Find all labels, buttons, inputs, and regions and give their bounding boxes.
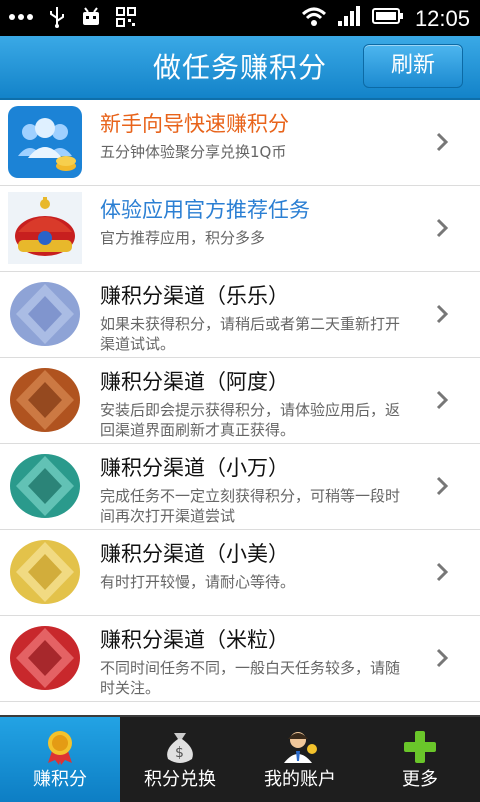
item-title: 赚积分渠道（乐乐） xyxy=(100,284,289,308)
tab-points-exchange[interactable]: $ 积分兑换 xyxy=(120,717,240,802)
svg-text:$: $ xyxy=(175,745,184,761)
tab-label: 积分兑换 xyxy=(144,769,216,790)
gem-red-icon xyxy=(8,622,82,694)
item-description: 完成任务不一定立刻获得积分，可稍等一段时间再次打开渠道尝试 xyxy=(100,487,401,525)
bottom-tab-bar: 赚积分 $ 积分兑换 我的账户 更多 xyxy=(0,715,480,802)
item-description: 五分钟体验聚分享兑换1Q币 xyxy=(100,143,287,161)
qr-code-icon xyxy=(116,7,136,32)
item-title: 赚积分渠道（小美） xyxy=(100,542,289,566)
list-item[interactable]: 赚积分渠道（米粒） 不同时间任务不同，一般白天任务较多，请随时关注。 xyxy=(0,616,480,702)
list-item[interactable]: 赚积分渠道（阿度） 安装后即会提示获得积分，请体验应用后，返回渠道界面刷新才真正… xyxy=(0,358,480,444)
tab-label: 赚积分 xyxy=(33,769,87,790)
users-coins-icon xyxy=(8,106,82,178)
item-description: 如果未获得积分，请稍后或者第二天重新打开渠道试试。 xyxy=(100,315,401,353)
chevron-right-icon xyxy=(434,216,452,240)
item-description: 安装后即会提示获得积分，请体验应用后，返回渠道界面刷新才真正获得。 xyxy=(100,401,401,439)
plus-icon xyxy=(402,729,438,765)
tab-my-account[interactable]: 我的账户 xyxy=(240,717,360,802)
list-item[interactable]: 赚积分渠道（小万） 完成任务不一定立刻获得积分，可稍等一段时间再次打开渠道尝试 xyxy=(0,444,480,530)
chevron-right-icon xyxy=(434,130,452,154)
chevron-right-icon xyxy=(434,560,452,584)
signal-icon xyxy=(337,5,361,32)
chevron-right-icon xyxy=(434,388,452,412)
account-icon xyxy=(282,729,318,765)
list-item[interactable]: 赚积分渠道（乐乐） 如果未获得积分，请稍后或者第二天重新打开渠道试试。 xyxy=(0,272,480,358)
battery-icon xyxy=(371,6,405,31)
list-item[interactable]: 体验应用官方推荐任务 官方推荐应用，积分多多 xyxy=(0,186,480,272)
clock: 12:05 xyxy=(414,5,470,31)
chevron-right-icon xyxy=(434,474,452,498)
refresh-button[interactable]: 刷新 xyxy=(363,44,463,88)
crown-icon xyxy=(8,192,82,264)
item-title: 新手向导快速赚积分 xyxy=(100,112,289,136)
list-item[interactable]: 赚积分渠道（小美） 有时打开较慢，请耐心等待。 xyxy=(0,530,480,616)
item-description: 官方推荐应用，积分多多 xyxy=(100,229,266,247)
item-description: 不同时间任务不同，一般白天任务较多，请随时关注。 xyxy=(100,659,401,697)
chevron-right-icon xyxy=(434,302,452,326)
tab-more[interactable]: 更多 xyxy=(360,717,480,802)
gem-brown-icon xyxy=(8,364,82,436)
money-bag-icon: $ xyxy=(162,729,198,765)
tab-label: 我的账户 xyxy=(264,769,336,790)
list-item[interactable]: 新手向导快速赚积分 五分钟体验聚分享兑换1Q币 xyxy=(0,100,480,186)
app-header: 做任务赚积分 刷新 xyxy=(0,36,480,100)
item-title: 赚积分渠道（阿度） xyxy=(100,370,289,394)
more-dots-icon xyxy=(8,7,34,32)
task-list: 新手向导快速赚积分 五分钟体验聚分享兑换1Q币 体验应用官方推荐任务 官方推荐应… xyxy=(0,100,480,715)
tab-earn-points[interactable]: 赚积分 xyxy=(0,717,120,802)
item-description: 有时打开较慢，请耐心等待。 xyxy=(100,573,296,591)
chevron-right-icon xyxy=(434,646,452,670)
wifi-icon xyxy=(301,5,327,32)
usb-icon xyxy=(48,6,66,33)
item-title: 赚积分渠道（小万） xyxy=(100,456,289,480)
gem-blue-icon xyxy=(8,278,82,350)
item-title: 体验应用官方推荐任务 xyxy=(100,198,310,222)
gem-yellow-icon xyxy=(8,536,82,608)
gem-teal-icon xyxy=(8,450,82,522)
tab-label: 更多 xyxy=(402,769,438,790)
status-bar: 12:05 xyxy=(0,0,480,36)
award-icon xyxy=(42,729,78,765)
item-title: 赚积分渠道（米粒） xyxy=(100,628,289,652)
android-debug-icon xyxy=(80,6,102,33)
